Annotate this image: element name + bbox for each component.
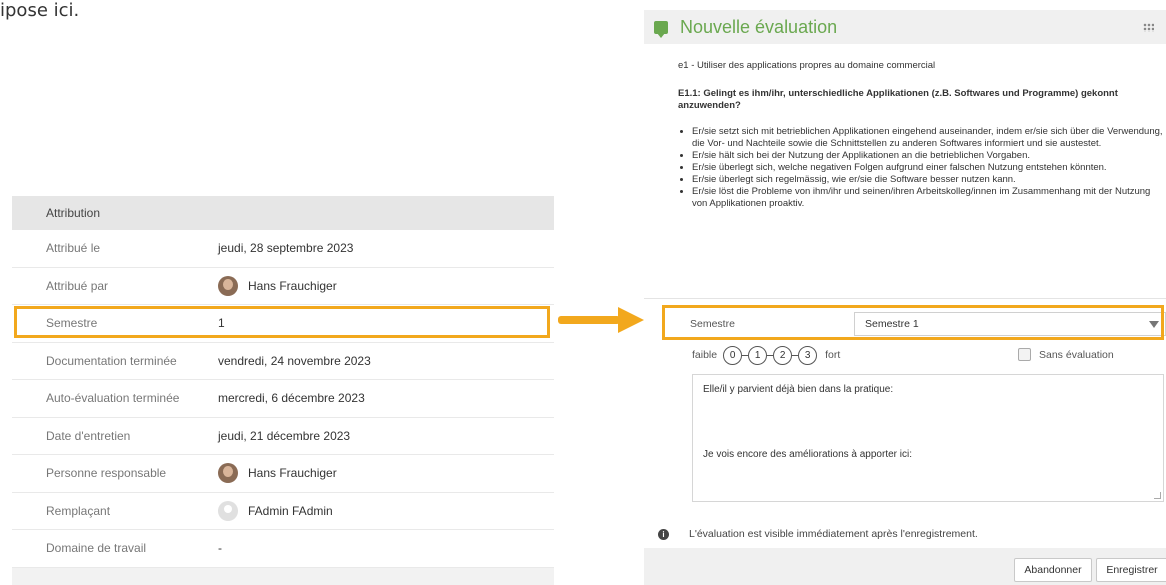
row-value[interactable]: FAdmin FAdmin — [218, 500, 333, 521]
textarea-line-2: Je vois encore des améliorations à appor… — [703, 449, 912, 460]
rating-option-2[interactable]: 2 — [773, 345, 793, 365]
info-notice: i L'évaluation est visible immédiatement… — [658, 528, 978, 540]
highlight-box-semestre-right — [662, 305, 1164, 340]
divider — [644, 298, 1166, 299]
row-label: Personne responsable — [46, 466, 167, 481]
avatar — [218, 463, 238, 484]
save-button[interactable]: Enregistrer — [1096, 558, 1166, 582]
competence-question: E1.1: Gelingt es ihm/ihr, unterschiedlic… — [678, 88, 1118, 111]
rating-high-label: fort — [825, 349, 841, 361]
highlight-box-semestre-left — [14, 306, 550, 338]
rating-option-3[interactable]: 3 — [798, 345, 818, 365]
dialog-footer: Abandonner Enregistrer — [644, 548, 1166, 585]
row-attribue-le: Attribué le jeudi, 28 septembre 2023 — [12, 230, 554, 268]
row-label: Attribué le — [46, 241, 101, 256]
row-domaine-de-travail: Domaine de travail - — [12, 530, 554, 568]
row-value: mercredi, 6 décembre 2023 — [218, 391, 365, 406]
info-text: L'évaluation est visible immédiatement a… — [689, 528, 978, 540]
comment-textarea[interactable]: Elle/il y parvient déjà bien dans la pra… — [692, 374, 1164, 502]
list-item: Er/sie überlegt sich, welche negativen F… — [692, 162, 1166, 174]
criteria-list: Er/sie setzt sich mit betrieblichen Appl… — [678, 126, 1166, 210]
row-label: Attribué par — [46, 278, 109, 293]
cropped-text-fragment: ipose ici. — [0, 0, 80, 21]
row-label: Documentation terminée — [46, 353, 177, 368]
sans-evaluation-toggle[interactable]: Sans évaluation — [1018, 348, 1114, 361]
textarea-line-1: Elle/il y parvient déjà bien dans la pra… — [703, 384, 894, 395]
row-attribue-par: Attribué par Hans Frauchiger — [12, 267, 554, 305]
row-value: vendredi, 24 novembre 2023 — [218, 353, 371, 368]
grid-menu-icon[interactable] — [1143, 23, 1154, 32]
dialog-title: Nouvelle évaluation — [680, 16, 838, 37]
avatar — [218, 275, 238, 296]
list-item: Er/sie löst die Probleme von ihm/ihr und… — [692, 186, 1166, 210]
sans-evaluation-label: Sans évaluation — [1039, 348, 1114, 361]
row-value: jeudi, 28 septembre 2023 — [218, 241, 354, 256]
comment-icon — [654, 20, 668, 38]
list-item: Er/sie überlegt sich regelmässig, wie er… — [692, 174, 1166, 186]
rating-scale: faible 0 1 2 3 fort — [692, 344, 840, 366]
row-label: Domaine de travail — [46, 541, 147, 556]
list-item: Er/sie setzt sich mit betrieblichen Appl… — [692, 126, 1166, 150]
rating-low-label: faible — [692, 349, 718, 361]
attribution-panel: Attribution Attribué le jeudi, 28 septem… — [12, 196, 554, 585]
row-label: Remplaçant — [46, 503, 111, 518]
row-value[interactable]: Hans Frauchiger — [218, 463, 337, 484]
evaluation-dialog: Nouvelle évaluation e1 - Utiliser des ap… — [644, 10, 1166, 585]
row-documentation-terminee: Documentation terminée vendredi, 24 nove… — [12, 342, 554, 380]
dialog-header: Nouvelle évaluation — [644, 10, 1166, 44]
row-date-entretien: Date d'entretien jeudi, 21 décembre 2023 — [12, 417, 554, 455]
row-auto-evaluation-terminee: Auto-évaluation terminée mercredi, 6 déc… — [12, 380, 554, 418]
attribution-header: Attribution — [12, 196, 554, 230]
row-label: Date d'entretien — [46, 428, 131, 443]
cancel-button[interactable]: Abandonner — [1014, 558, 1092, 582]
row-remplacant: Remplaçant FAdmin FAdmin — [12, 492, 554, 530]
row-personne-responsable: Personne responsable Hans Frauchiger — [12, 455, 554, 493]
sans-evaluation-checkbox[interactable] — [1018, 348, 1031, 361]
rating-option-0[interactable]: 0 — [723, 345, 743, 365]
row-value[interactable]: Hans Frauchiger — [218, 275, 337, 296]
resize-handle-icon[interactable] — [1154, 492, 1161, 499]
info-icon: i — [658, 528, 669, 540]
list-item: Er/sie hält sich bei der Nutzung der App… — [692, 150, 1166, 162]
dialog-body: e1 - Utiliser des applications propres a… — [644, 60, 1166, 210]
competence-subtitle: e1 - Utiliser des applications propres a… — [678, 60, 936, 71]
rating-option-1[interactable]: 1 — [748, 345, 768, 365]
row-label: Auto-évaluation terminée — [46, 391, 180, 406]
row-value: jeudi, 21 décembre 2023 — [218, 428, 351, 443]
row-value: - — [218, 541, 222, 556]
default-avatar-icon — [218, 500, 238, 521]
